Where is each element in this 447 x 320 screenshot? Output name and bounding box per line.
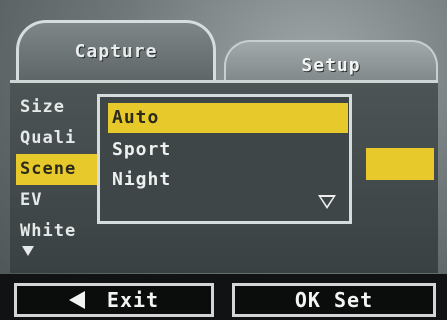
option-auto[interactable]: Auto	[108, 103, 348, 133]
tab-capture[interactable]: Capture	[16, 20, 216, 80]
exit-button[interactable]: Exit	[14, 283, 214, 317]
tab-setup-label: Setup	[301, 54, 361, 76]
camera-screen: Setup Capture Size Quali Scene EV White …	[0, 0, 447, 320]
exit-button-label: Exit	[106, 288, 160, 312]
down-arrow-icon[interactable]	[22, 246, 34, 256]
option-night[interactable]: Night	[108, 165, 348, 195]
tab-capture-label: Capture	[74, 41, 158, 62]
left-arrow-icon	[68, 291, 85, 309]
down-arrow-icon[interactable]	[318, 195, 336, 209]
option-sport[interactable]: Sport	[108, 135, 348, 165]
ok-set-button-label: OK Set	[294, 288, 374, 312]
ok-set-button[interactable]: OK Set	[232, 283, 436, 317]
scene-dropdown[interactable]: Auto Sport Night	[97, 94, 352, 224]
selected-value-highlight	[366, 148, 434, 180]
